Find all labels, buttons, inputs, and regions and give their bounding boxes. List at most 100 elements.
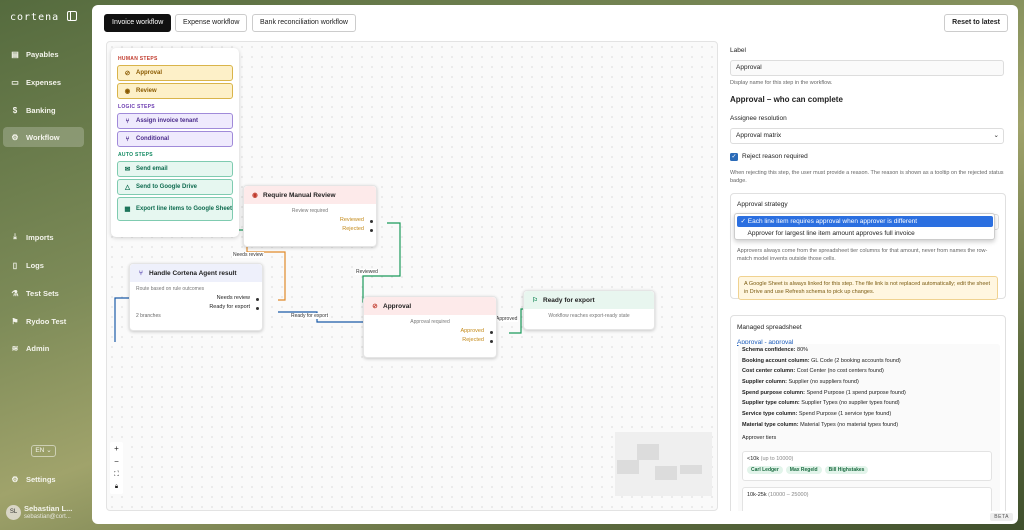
main-panel: Invoice workflow Expense workflow Bank r… xyxy=(92,5,1018,524)
zoom-out-icon[interactable]: − xyxy=(110,455,123,468)
palette-item-label: Conditional xyxy=(136,136,169,142)
node-approval[interactable]: ⊘ Approval Approval required Approved Rej… xyxy=(363,296,497,358)
palette-review[interactable]: ◉ Review xyxy=(117,83,233,99)
approver-chip: Carl Ledger xyxy=(747,466,783,474)
sidebar-item-label: Rydoo Test xyxy=(26,316,67,326)
assignee-value: Approval matrix xyxy=(736,132,782,139)
approval-strategy-title: Approval strategy xyxy=(737,201,788,208)
workflow-canvas[interactable]: Needs review Reviewed Ready for export A… xyxy=(106,41,718,511)
tier-heading: 10k-25k (10000 – 25000) xyxy=(747,492,809,498)
zoom-in-icon[interactable]: + xyxy=(110,442,123,455)
node-subtitle: Workflow reaches export-ready state xyxy=(548,313,630,319)
sidebar-item-test-sets[interactable]: ⚗ Test Sets xyxy=(3,283,84,303)
sidebar-toggle-icon[interactable] xyxy=(67,11,77,21)
sidebar-item-banking[interactable]: $ Banking xyxy=(3,100,84,120)
sidebar-item-settings[interactable]: ⚙ Settings xyxy=(3,469,84,489)
palette-approval[interactable]: ⊘ Approval xyxy=(117,65,233,81)
palette-conditional[interactable]: ⑂ Conditional xyxy=(117,131,233,147)
approver-tier-1: <10k (up to 10000) Carl Ledger Max Regeld… xyxy=(742,451,992,481)
palette-export-line-items[interactable]: ▦ Export line items to Google Sheet xyxy=(117,197,233,221)
file-icon: ▤ xyxy=(11,49,19,59)
sidebar-item-label: Test Sets xyxy=(26,288,59,298)
palette-item-label: Assign invoice tenant xyxy=(136,118,199,124)
circle-check-icon: ⊘ xyxy=(124,70,131,77)
port-rejected[interactable]: Rejected xyxy=(244,226,376,232)
node-header: ◉ Require Manual Review xyxy=(244,186,376,204)
tab-invoice-workflow[interactable]: Invoice workflow xyxy=(104,14,172,32)
avatar: SL xyxy=(6,505,21,520)
node-subtitle: Route based on rule outcomes xyxy=(136,286,205,292)
flag-icon: ⚐ xyxy=(532,297,538,304)
strategy-option-largest-line-item[interactable]: Approver for largest line item amount ap… xyxy=(737,228,993,239)
port-needs-review[interactable]: Needs review xyxy=(130,295,262,301)
node-header: ⚐ Ready for export xyxy=(524,291,654,309)
minimap[interactable] xyxy=(615,432,712,496)
workflow-icon: ⚙ xyxy=(11,132,19,142)
fit-view-icon[interactable]: ⛶ xyxy=(110,468,123,481)
human-steps-heading: HUMAN STEPS xyxy=(118,56,158,62)
palette-item-label: Approval xyxy=(136,70,163,76)
approval-strategy-dropdown[interactable]: ✓ Each line item requires approval when … xyxy=(734,213,995,240)
managed-spreadsheet-title: Managed spreadsheet xyxy=(737,324,802,331)
book-icon: ▯ xyxy=(12,260,18,270)
schema-row: Supplier type column: Supplier Types (no… xyxy=(742,400,900,407)
sidebar-item-rydoo-test[interactable]: ⚑ Rydoo Test xyxy=(3,311,84,331)
lock-icon[interactable]: 🔒︎ xyxy=(110,481,123,494)
language-select[interactable]: EN ⌄ xyxy=(31,445,56,457)
test-icon: ⚑ xyxy=(11,316,19,326)
google-sheet-warning: A Google Sheet is always linked for this… xyxy=(738,276,998,300)
assignee-resolution-title: Assignee resolution xyxy=(730,115,787,122)
receipt-icon: ▭ xyxy=(11,77,19,87)
port-reviewed[interactable]: Reviewed xyxy=(244,217,376,223)
palette-send-to-google-drive[interactable]: △ Send to Google Drive xyxy=(117,179,233,195)
port-ready-for-export[interactable]: Ready for export xyxy=(130,304,262,310)
approver-tier-2: 10k-25k (10000 – 25000) xyxy=(742,487,992,511)
sidebar-item-workflow[interactable]: ⚙ Workflow xyxy=(3,127,84,147)
approval-section-title: Approval – who can complete xyxy=(730,95,843,104)
node-handle-cortena-agent-result[interactable]: ⑂ Handle Cortena Agent result Route based… xyxy=(129,263,263,331)
assignee-resolution-select[interactable]: Approval matrix ⌄ xyxy=(730,128,1004,144)
edge-label-ready-for-export: Ready for export xyxy=(290,313,329,319)
label-field-title: Label xyxy=(730,47,746,54)
palette-item-label: Review xyxy=(136,88,157,94)
node-ready-for-export[interactable]: ⚐ Ready for export Workflow reaches expor… xyxy=(523,290,655,330)
strategy-option-each-line-item[interactable]: ✓ Each line item requires approval when … xyxy=(736,215,993,227)
sidebar-item-admin[interactable]: ≋ Admin xyxy=(3,338,84,358)
sidebar-item-expenses[interactable]: ▭ Expenses xyxy=(3,72,84,92)
node-require-manual-review[interactable]: ◉ Require Manual Review Review required R… xyxy=(243,185,377,247)
sidebar-item-label: Admin xyxy=(26,343,50,353)
palette-assign-invoice-tenant[interactable]: ⑂ Assign invoice tenant xyxy=(117,113,233,129)
option-label: Approver for largest line item amount ap… xyxy=(747,230,915,237)
palette-item-label: Export line items to Google Sheet xyxy=(136,206,233,212)
port-rejected[interactable]: Rejected xyxy=(364,337,496,343)
palette-item-label: Send email xyxy=(136,166,168,172)
schema-row: Service type column: Spend Purpose (1 se… xyxy=(742,411,892,418)
tab-bank-reconciliation-workflow[interactable]: Bank reconciliation workflow xyxy=(252,14,356,32)
node-title: Handle Cortena Agent result xyxy=(149,269,237,277)
mail-icon: ✉ xyxy=(124,166,131,173)
palette-send-email[interactable]: ✉ Send email xyxy=(117,161,233,177)
sidebar-item-payables[interactable]: ▤ Payables xyxy=(3,44,84,64)
port-approved[interactable]: Approved xyxy=(364,328,496,334)
tab-expense-workflow[interactable]: Expense workflow xyxy=(175,14,248,32)
language-value: EN xyxy=(35,447,45,454)
sidebar-item-imports[interactable]: ⤓ Imports xyxy=(3,227,84,247)
schema-row: Booking account column: GL Code (2 booki… xyxy=(742,357,901,364)
edge-label-approved: Approved xyxy=(495,316,519,322)
dollar-icon: $ xyxy=(12,105,18,115)
node-header: ⊘ Approval xyxy=(364,297,496,315)
user-email: sebastian@cort... xyxy=(24,514,71,520)
schema-summary: Schema confidence: 80% Booking account c… xyxy=(738,344,1000,511)
branch-icon: ⑂ xyxy=(125,135,130,143)
reject-reason-label: Reject reason required xyxy=(742,153,808,160)
approver-tiers-title: Approver tiers xyxy=(742,434,777,441)
sidebar-item-label: Payables xyxy=(26,49,59,59)
reset-to-latest-button[interactable]: Reset to latest xyxy=(944,14,1008,32)
sidebar-item-logs[interactable]: ▯ Logs xyxy=(3,255,84,275)
node-subtitle: Review required xyxy=(291,208,329,214)
sidebar-item-label: Imports xyxy=(26,232,54,242)
reject-reason-checkbox[interactable]: ✓ xyxy=(730,153,738,161)
palette-item-label: Send to Google Drive xyxy=(136,184,198,190)
label-input[interactable]: Approval xyxy=(730,60,1004,76)
gear-icon: ⚙ xyxy=(11,474,19,484)
